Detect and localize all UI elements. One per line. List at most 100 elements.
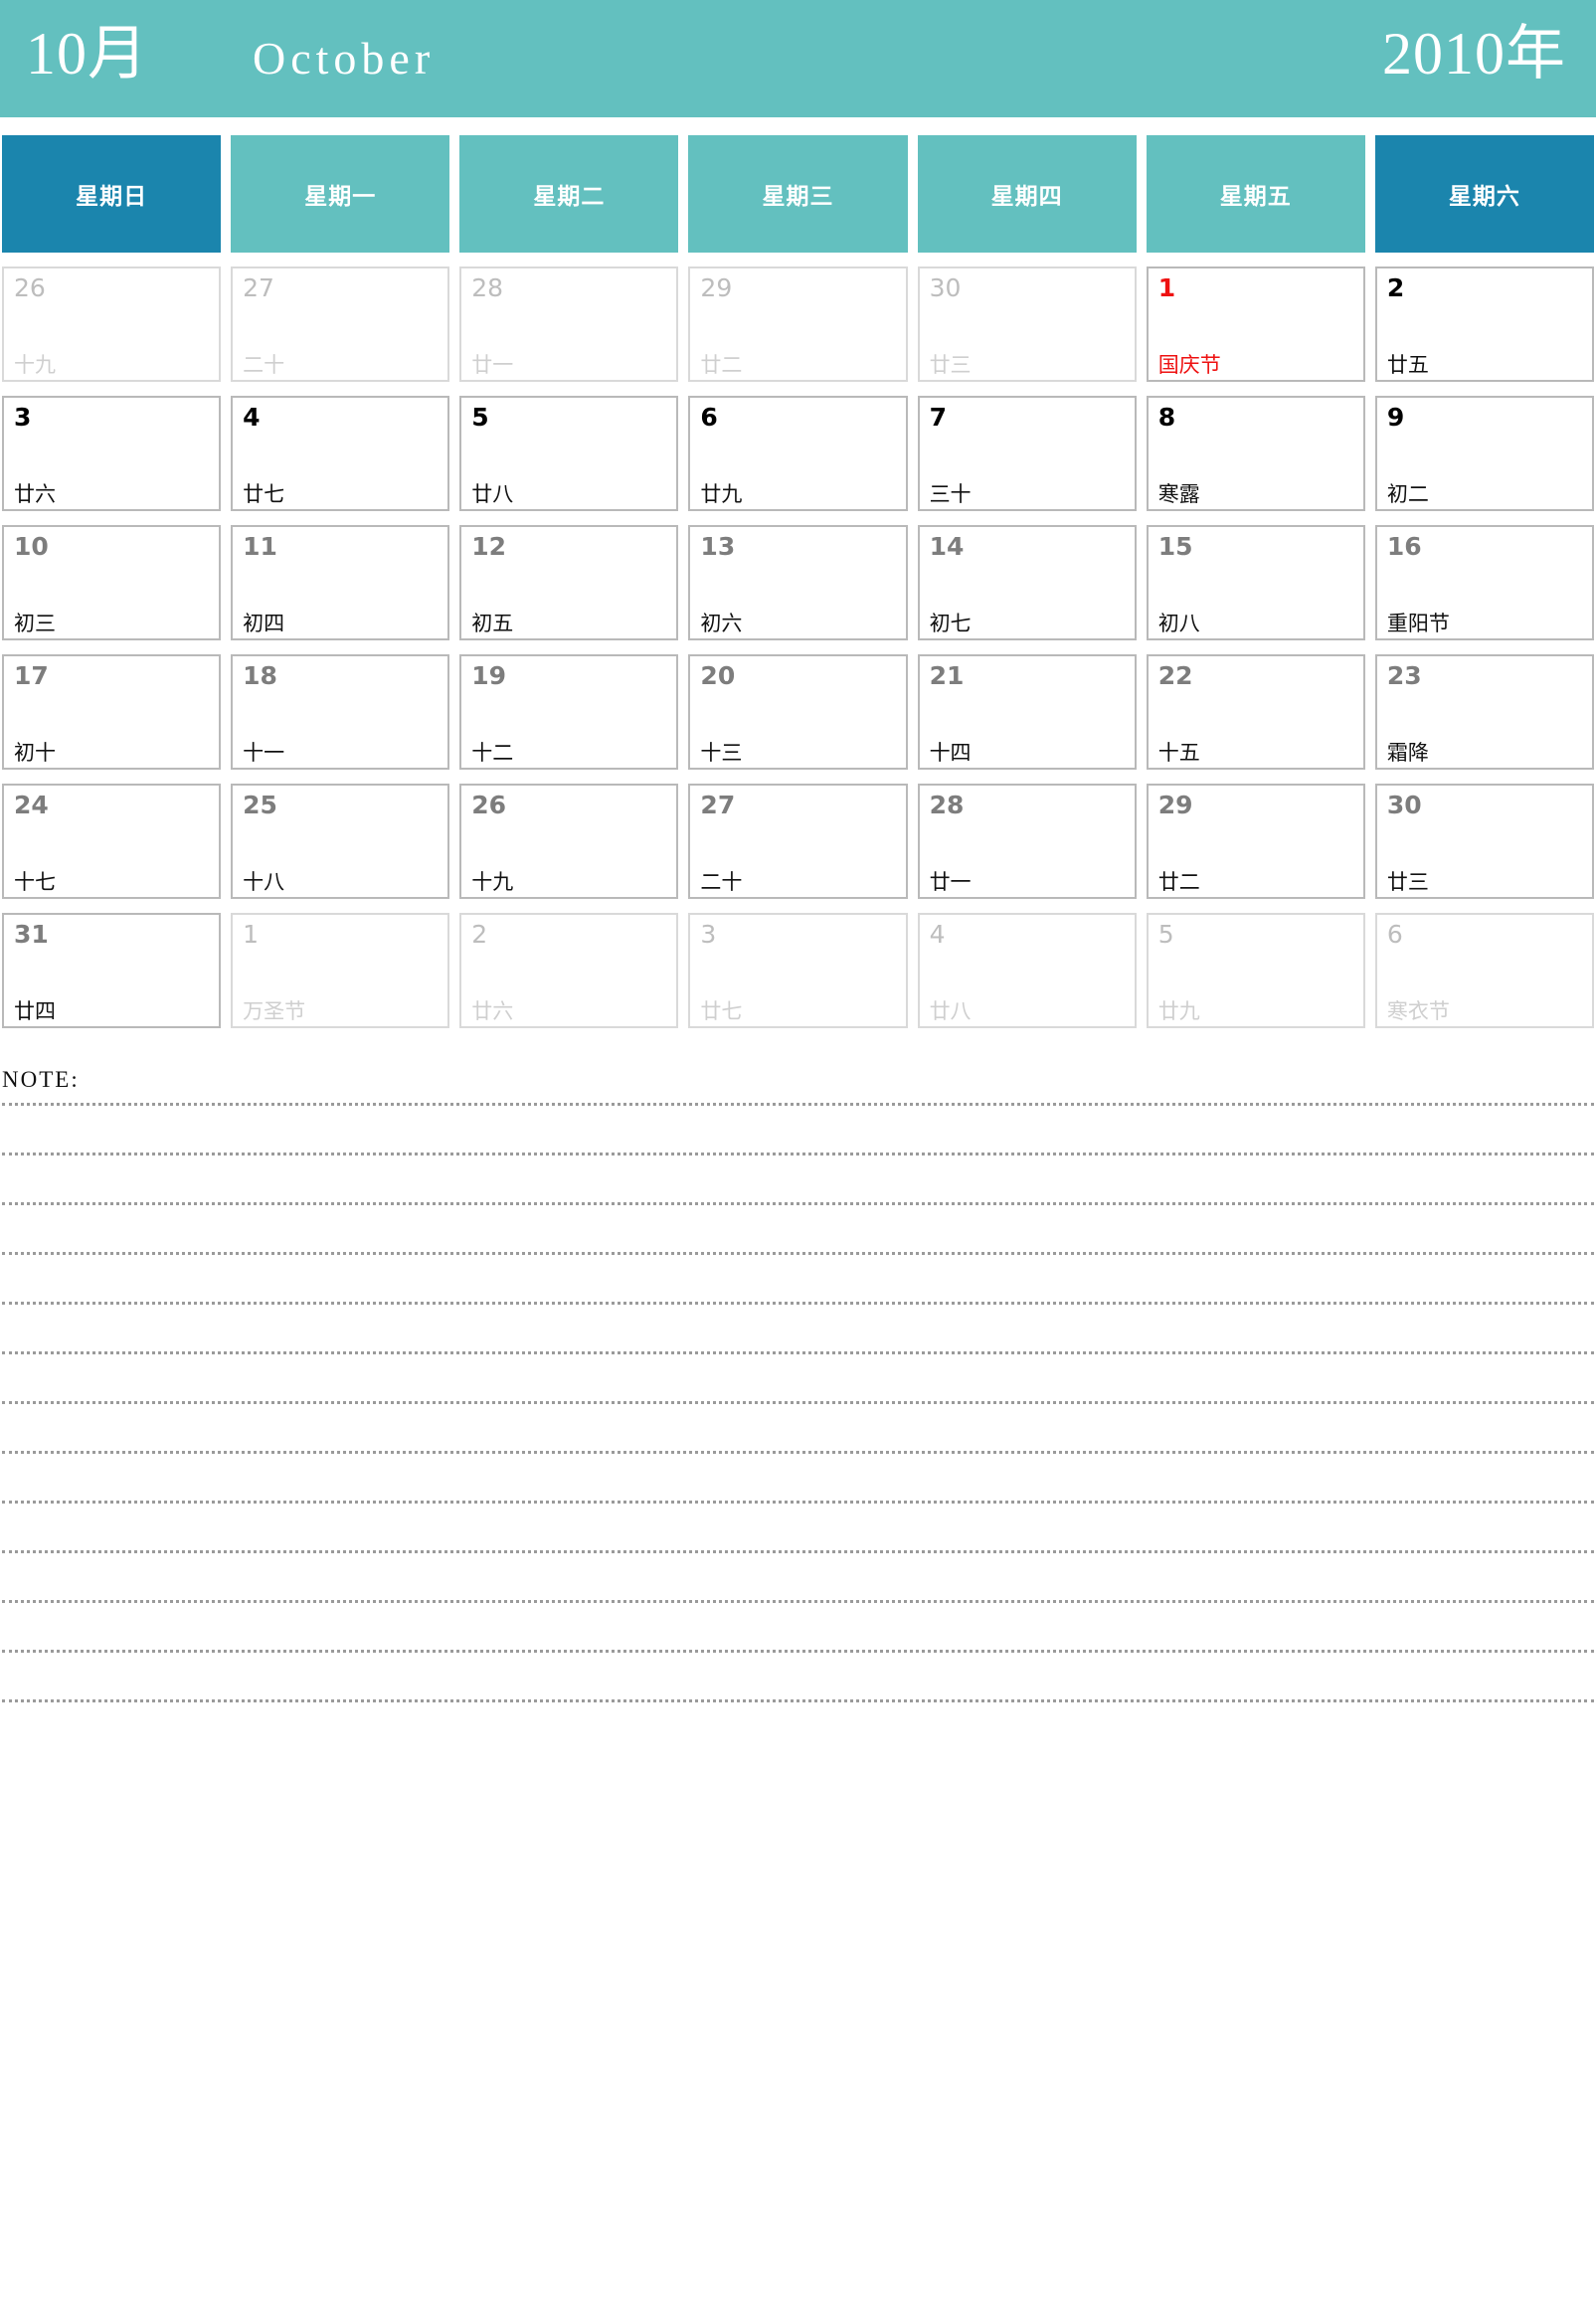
note-line[interactable] bbox=[2, 1404, 1594, 1454]
note-line[interactable] bbox=[2, 1305, 1594, 1354]
day-number: 17 bbox=[14, 661, 49, 690]
title-left-group: 10月 October bbox=[26, 24, 435, 84]
day-cell[interactable]: 12 初五 bbox=[459, 525, 679, 640]
day-cell[interactable]: 29 廿二 bbox=[1146, 784, 1365, 899]
day-cell[interactable]: 2 廿五 bbox=[1374, 267, 1594, 382]
day-cell[interactable]: 14 初七 bbox=[917, 525, 1137, 640]
day-number: 22 bbox=[1157, 661, 1193, 690]
day-number: 10 bbox=[14, 532, 49, 561]
day-number: 8 bbox=[1157, 403, 1176, 432]
day-cell[interactable]: 21 十四 bbox=[917, 654, 1137, 770]
weekday-header-row: 星期日 星期一 星期二 星期三 星期四 星期五 星期六 bbox=[0, 135, 1596, 253]
note-line[interactable] bbox=[2, 1095, 1594, 1106]
day-cell[interactable]: 6 寒衣节 bbox=[1374, 913, 1594, 1028]
day-cell[interactable]: 28 廿一 bbox=[459, 267, 679, 382]
day-cell[interactable]: 20 十三 bbox=[688, 654, 908, 770]
day-cell[interactable]: 18 十一 bbox=[231, 654, 450, 770]
day-cell[interactable]: 24 十七 bbox=[2, 784, 222, 899]
notes-lines[interactable] bbox=[2, 1095, 1594, 1702]
weekday-header-0: 星期日 bbox=[2, 135, 222, 253]
day-number: 2 bbox=[1386, 273, 1405, 302]
day-cell[interactable]: 1 万圣节 bbox=[231, 913, 450, 1028]
notes-label: NOTE: bbox=[2, 1067, 80, 1092]
note-line[interactable] bbox=[2, 1454, 1594, 1504]
day-number: 25 bbox=[243, 791, 277, 819]
day-lunar-label: 初八 bbox=[1157, 611, 1200, 635]
day-cell[interactable]: 11 初四 bbox=[231, 525, 450, 640]
day-cell[interactable]: 28 廿一 bbox=[917, 784, 1137, 899]
weekday-header-2: 星期二 bbox=[459, 135, 679, 253]
day-number: 18 bbox=[243, 661, 277, 690]
note-line[interactable] bbox=[2, 1155, 1594, 1205]
day-cell[interactable]: 15 初八 bbox=[1146, 525, 1365, 640]
day-cell[interactable]: 6 廿九 bbox=[688, 396, 908, 511]
week-row: 3 廿六 4 廿七 5 廿八 6 廿九 7 三十 8 寒露 9 初二 bbox=[0, 396, 1596, 511]
day-lunar-label: 三十 bbox=[929, 481, 972, 506]
day-number: 26 bbox=[14, 273, 46, 302]
day-cell[interactable]: 3 廿六 bbox=[2, 396, 222, 511]
day-lunar-label: 廿八 bbox=[929, 998, 972, 1023]
day-lunar-label: 廿九 bbox=[1157, 998, 1200, 1023]
day-number: 20 bbox=[700, 661, 736, 690]
day-cell[interactable]: 9 初二 bbox=[1374, 396, 1594, 511]
day-cell[interactable]: 23 霜降 bbox=[1374, 654, 1594, 770]
notes-section: NOTE: bbox=[0, 1068, 1596, 1702]
note-line[interactable] bbox=[2, 1553, 1594, 1603]
day-cell[interactable]: 4 廿八 bbox=[917, 913, 1137, 1028]
day-lunar-label: 初七 bbox=[929, 611, 972, 635]
day-lunar-label: 十七 bbox=[14, 869, 56, 894]
day-cell[interactable]: 17 初十 bbox=[2, 654, 222, 770]
day-cell[interactable]: 30 廿三 bbox=[1374, 784, 1594, 899]
day-lunar-label: 十一 bbox=[243, 740, 285, 765]
day-cell[interactable]: 27 二十 bbox=[688, 784, 908, 899]
note-line[interactable] bbox=[2, 1603, 1594, 1653]
note-line[interactable] bbox=[2, 1106, 1594, 1155]
day-cell[interactable]: 27 二十 bbox=[231, 267, 450, 382]
weekday-header-3: 星期三 bbox=[688, 135, 908, 253]
day-cell[interactable]: 29 廿二 bbox=[688, 267, 908, 382]
day-lunar-label: 二十 bbox=[243, 352, 285, 377]
note-line[interactable] bbox=[2, 1653, 1594, 1702]
day-cell[interactable]: 31 廿四 bbox=[2, 913, 222, 1028]
day-cell[interactable]: 2 廿六 bbox=[459, 913, 679, 1028]
note-line[interactable] bbox=[2, 1255, 1594, 1305]
day-lunar-label: 廿四 bbox=[14, 998, 56, 1023]
day-cell[interactable]: 13 初六 bbox=[688, 525, 908, 640]
day-cell[interactable]: 4 廿七 bbox=[231, 396, 450, 511]
note-line[interactable] bbox=[2, 1205, 1594, 1255]
day-cell[interactable]: 26 十九 bbox=[459, 784, 679, 899]
day-lunar-label: 二十 bbox=[700, 869, 743, 894]
day-cell[interactable]: 16 重阳节 bbox=[1374, 525, 1594, 640]
day-number: 27 bbox=[243, 273, 274, 302]
note-line[interactable] bbox=[2, 1504, 1594, 1553]
day-cell[interactable]: 1 国庆节 bbox=[1146, 267, 1365, 382]
day-number: 4 bbox=[243, 403, 261, 432]
day-cell[interactable]: 19 十二 bbox=[459, 654, 679, 770]
day-lunar-label: 廿三 bbox=[1386, 869, 1429, 894]
day-lunar-label: 廿三 bbox=[929, 352, 972, 377]
note-line[interactable] bbox=[2, 1354, 1594, 1404]
day-cell[interactable]: 5 廿八 bbox=[459, 396, 679, 511]
day-number: 27 bbox=[700, 791, 736, 819]
day-lunar-label: 初十 bbox=[14, 740, 56, 765]
day-cell[interactable]: 3 廿七 bbox=[688, 913, 908, 1028]
day-cell[interactable]: 30 廿三 bbox=[917, 267, 1137, 382]
week-row: 31 廿四 1 万圣节 2 廿六 3 廿七 4 廿八 5 廿九 6 寒衣节 bbox=[0, 913, 1596, 1028]
day-cell[interactable]: 10 初三 bbox=[2, 525, 222, 640]
day-number: 16 bbox=[1386, 532, 1422, 561]
day-number: 6 bbox=[700, 403, 718, 432]
day-number: 29 bbox=[1157, 791, 1193, 819]
day-cell[interactable]: 25 十八 bbox=[231, 784, 450, 899]
day-cell[interactable]: 7 三十 bbox=[917, 396, 1137, 511]
day-cell[interactable]: 5 廿九 bbox=[1146, 913, 1365, 1028]
day-number: 7 bbox=[929, 403, 947, 432]
day-cell[interactable]: 8 寒露 bbox=[1146, 396, 1365, 511]
day-number: 14 bbox=[929, 532, 965, 561]
day-number: 13 bbox=[700, 532, 736, 561]
weekday-header-4: 星期四 bbox=[917, 135, 1137, 253]
day-lunar-label: 国庆节 bbox=[1157, 352, 1221, 377]
day-lunar-label: 廿九 bbox=[700, 481, 743, 506]
day-cell[interactable]: 22 十五 bbox=[1146, 654, 1365, 770]
calendar-title-bar: 10月 October 2010年 bbox=[0, 0, 1596, 117]
day-cell[interactable]: 26 十九 bbox=[2, 267, 222, 382]
